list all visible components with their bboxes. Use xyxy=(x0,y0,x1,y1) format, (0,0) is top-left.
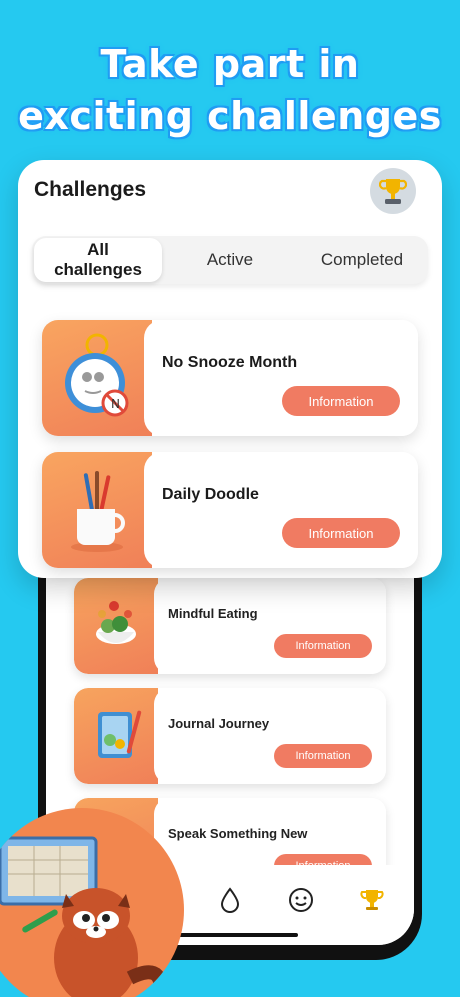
trophy-icon[interactable] xyxy=(360,887,384,920)
headline-line-1: Take part in xyxy=(100,42,360,86)
challenge-card[interactable]: N No Snooze Month Information xyxy=(42,320,418,436)
smile-icon[interactable] xyxy=(288,887,314,920)
challenge-title: Journal Journey xyxy=(168,716,270,731)
information-button[interactable]: Information xyxy=(274,634,372,658)
challenge-title: Daily Doodle xyxy=(162,486,259,503)
challenges-panel: Challenges All challenges Active Complet… xyxy=(18,160,442,578)
stopwatch-icon: N xyxy=(42,320,152,436)
page-title: Challenges xyxy=(34,178,147,201)
challenge-card[interactable]: Journal Journey Information xyxy=(74,688,386,784)
information-button[interactable]: Information xyxy=(274,744,372,768)
tab-active[interactable]: Active xyxy=(162,250,298,270)
filter-tabs: All challenges Active Completed xyxy=(32,236,428,284)
challenge-title: Speak Something New xyxy=(168,826,308,841)
salad-bowl-icon xyxy=(74,578,158,674)
tab-completed[interactable]: Completed xyxy=(298,250,426,270)
promo-headline: Take part in exciting challenges xyxy=(0,38,460,142)
challenge-card[interactable]: Mindful Eating Information xyxy=(74,578,386,674)
tab-all-challenges[interactable]: All challenges xyxy=(34,238,162,282)
trophy-button[interactable] xyxy=(370,168,416,214)
information-button[interactable]: Information xyxy=(282,386,400,416)
challenge-title: Mindful Eating xyxy=(168,606,258,621)
challenge-title: No Snooze Month xyxy=(162,354,298,371)
svg-text:N: N xyxy=(111,397,120,411)
challenge-card[interactable]: Daily Doodle Information xyxy=(42,452,418,568)
trophy-icon xyxy=(379,179,407,204)
information-button[interactable]: Information xyxy=(282,518,400,548)
headline-line-2: exciting challenges xyxy=(18,94,442,138)
drop-icon[interactable] xyxy=(218,887,242,920)
home-indicator xyxy=(168,933,298,937)
notebook-icon xyxy=(74,688,158,784)
pencil-cup-icon xyxy=(42,452,152,568)
